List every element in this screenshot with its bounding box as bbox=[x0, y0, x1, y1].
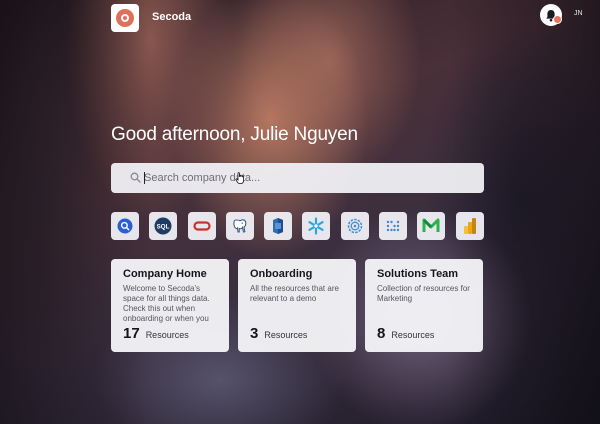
resource-count: 17 bbox=[123, 325, 140, 342]
magnify-circle-icon bbox=[117, 218, 133, 234]
dot-grid-icon bbox=[386, 220, 400, 232]
search-icon bbox=[130, 172, 141, 183]
card-footer: 17 Resources bbox=[123, 325, 189, 342]
oracle-integration[interactable] bbox=[188, 212, 216, 240]
card-title: Solutions Team bbox=[377, 268, 459, 280]
bars-icon bbox=[464, 218, 476, 234]
app-name: Secoda bbox=[152, 11, 192, 23]
elephant-icon bbox=[233, 219, 247, 233]
postgres-integration[interactable] bbox=[226, 212, 254, 240]
resource-unit: Resources bbox=[145, 330, 189, 340]
card-description: All the resources that are relevant to a… bbox=[250, 284, 339, 303]
sql-label: SQL bbox=[157, 223, 170, 230]
user-avatar[interactable]: JN bbox=[574, 10, 583, 17]
card-footer: 3 Resources bbox=[250, 325, 307, 342]
card-description: Collection of resources for Marketing bbox=[377, 284, 470, 303]
collection-card-solutions-team[interactable]: Solutions Team Collection of resources f… bbox=[365, 259, 483, 352]
cylinder-icon bbox=[273, 218, 283, 234]
powerbi-integration[interactable] bbox=[456, 212, 484, 240]
sql-icon: SQL bbox=[154, 217, 172, 235]
snowflake-icon bbox=[308, 217, 324, 235]
dbt-integration[interactable] bbox=[341, 212, 369, 240]
metabase-integration[interactable] bbox=[417, 212, 445, 240]
card-description: Welcome to Secoda's space for all things… bbox=[123, 284, 210, 323]
integration-row: SQL bbox=[111, 212, 484, 240]
resource-unit: Resources bbox=[391, 330, 435, 340]
card-footer: 8 Resources bbox=[377, 325, 434, 342]
snowflake-integration[interactable] bbox=[302, 212, 330, 240]
oracle-icon bbox=[193, 221, 211, 231]
text-caret bbox=[144, 172, 145, 184]
search-input[interactable] bbox=[144, 169, 464, 187]
resource-count: 3 bbox=[250, 325, 259, 342]
resource-unit: Resources bbox=[264, 330, 308, 340]
collection-card-onboarding[interactable]: Onboarding All the resources that are re… bbox=[238, 259, 356, 352]
card-title: Onboarding bbox=[250, 268, 313, 280]
search-integration[interactable] bbox=[111, 212, 139, 240]
greeting-heading: Good afternoon, Julie Nguyen bbox=[111, 124, 358, 145]
mouse-pointer-icon bbox=[235, 172, 244, 184]
resource-count: 8 bbox=[377, 325, 386, 342]
grid-integration[interactable] bbox=[379, 212, 407, 240]
redshift-integration[interactable] bbox=[264, 212, 292, 240]
app-logo[interactable] bbox=[111, 4, 139, 32]
ring-icon bbox=[347, 218, 363, 234]
notification-badge bbox=[553, 15, 562, 24]
card-title: Company Home bbox=[123, 268, 207, 280]
secoda-logo-icon bbox=[116, 9, 134, 27]
collection-card-company-home[interactable]: Company Home Welcome to Secoda's space f… bbox=[111, 259, 229, 352]
search-bar[interactable] bbox=[111, 163, 484, 193]
top-bar: Secoda JN bbox=[0, 0, 600, 36]
m-logo-icon bbox=[422, 218, 440, 232]
sql-integration[interactable]: SQL bbox=[149, 212, 177, 240]
